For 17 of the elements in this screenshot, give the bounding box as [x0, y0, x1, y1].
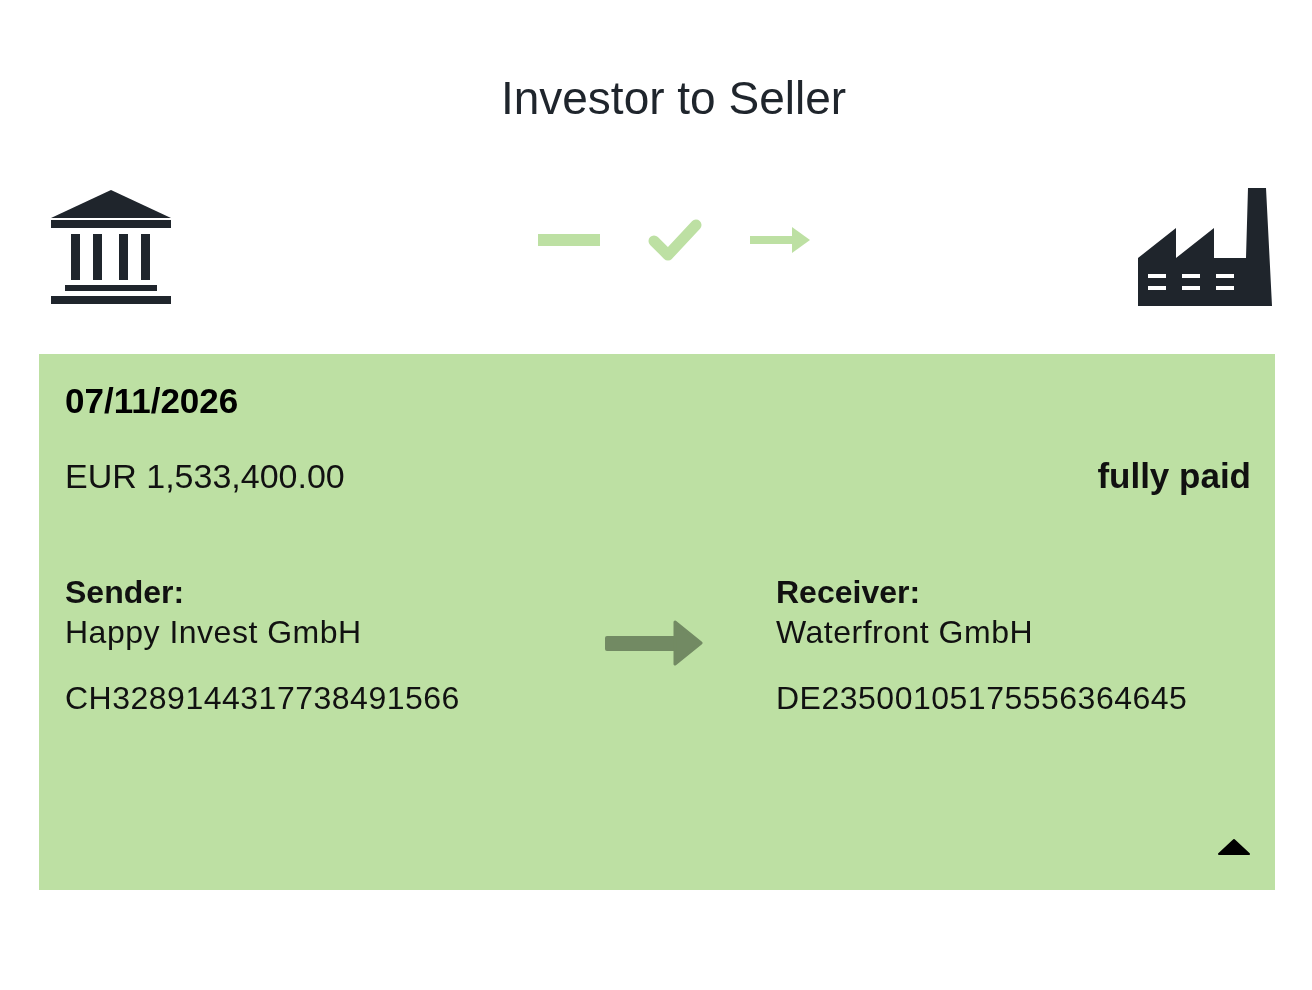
arrow-right-icon	[749, 227, 810, 253]
arrow-right-icon	[605, 620, 703, 666]
collapse-button[interactable]	[1217, 838, 1251, 856]
receiver-name: Waterfront GmbH	[776, 613, 1035, 652]
payment-date: 07/11/2026	[65, 380, 240, 422]
receiver-account: DE23500105175556364645	[776, 679, 1189, 718]
factory-icon	[1138, 188, 1272, 306]
sender-account: CH3289144317738491566	[65, 679, 461, 718]
check-icon	[647, 219, 702, 261]
dash-icon	[537, 234, 600, 246]
sender-name: Happy Invest GmbH	[65, 613, 363, 652]
sender-label: Sender:	[65, 573, 186, 612]
payment-status: fully paid	[1097, 456, 1251, 496]
bank-icon	[51, 190, 171, 304]
page-title: Investor to Seller	[499, 71, 848, 126]
receiver-label: Receiver:	[776, 573, 922, 612]
payment-amount: EUR 1,533,400.00	[65, 457, 345, 496]
